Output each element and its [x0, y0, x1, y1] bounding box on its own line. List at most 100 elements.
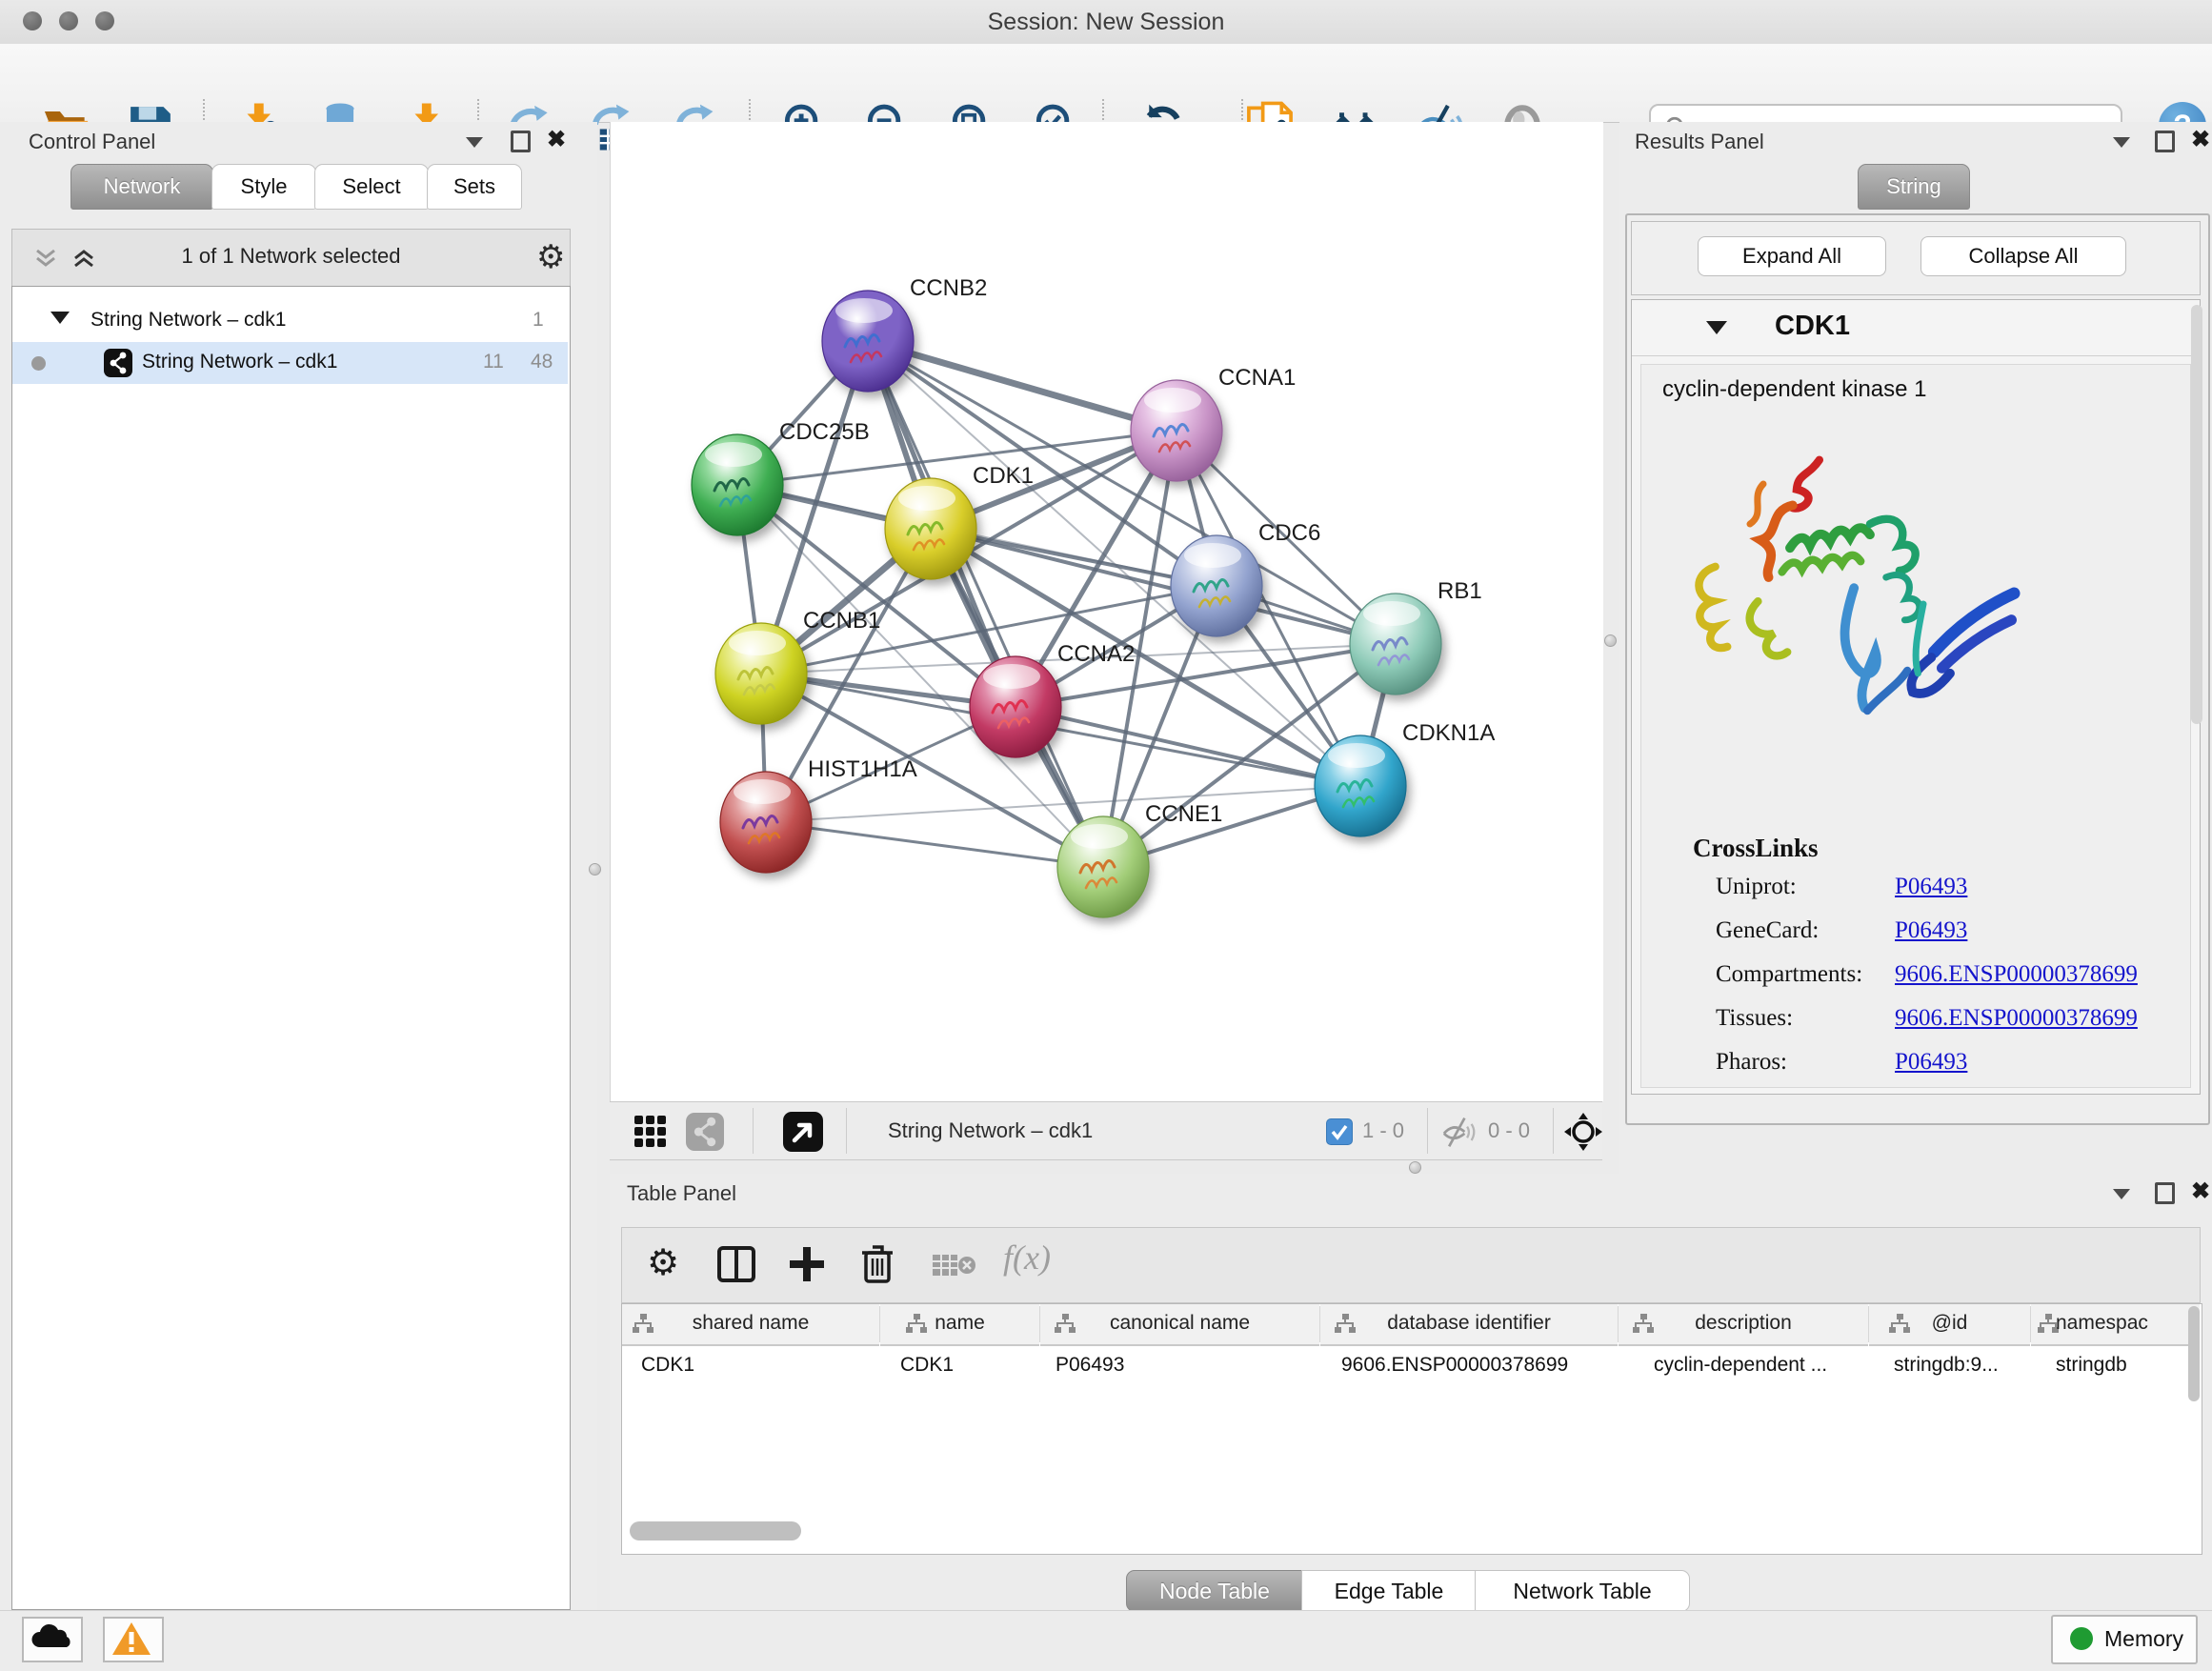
collection-count: 1: [533, 309, 544, 332]
crosslink-link[interactable]: P06493: [1895, 1049, 1967, 1076]
collection-expand-icon[interactable]: [50, 312, 70, 324]
bottom-splitter-handle[interactable]: [1409, 1161, 1421, 1174]
memory-button[interactable]: Memory: [2051, 1615, 2198, 1664]
gene-description: cyclin-dependent kinase 1: [1662, 376, 1927, 403]
network-collection-row[interactable]: String Network – cdk1 1: [12, 302, 568, 342]
network-node-CDC6[interactable]: [1171, 535, 1262, 636]
network-view-toolbar: String Network – cdk1 1 - 0 0 - 0: [610, 1101, 1602, 1160]
table-cell[interactable]: cyclin-dependent ...: [1654, 1346, 1827, 1384]
results-panel-close-icon[interactable]: ✖: [2191, 131, 2210, 150]
control-panel-float-icon[interactable]: [511, 131, 531, 152]
tab-select[interactable]: Select: [314, 164, 429, 210]
table-cell[interactable]: stringdb:9...: [1894, 1346, 1999, 1384]
results-scrollbar[interactable]: [2191, 305, 2202, 724]
node-label-CCNB2: CCNB2: [910, 275, 987, 301]
network-node-CCNA1[interactable]: [1131, 380, 1222, 481]
protein-structure-image: [1670, 432, 2070, 803]
add-column-icon[interactable]: [786, 1243, 828, 1285]
network-node-HIST1H1A[interactable]: [720, 772, 812, 873]
birdseye-crosshair-icon[interactable]: [1562, 1111, 1604, 1153]
tab-network[interactable]: Network: [70, 164, 213, 210]
network-node-CCNA2[interactable]: [970, 656, 1061, 757]
right-splitter-handle[interactable]: [1604, 634, 1617, 647]
network-tree: String Network – cdk1 1 String Network –…: [11, 286, 571, 1610]
tab-sets[interactable]: Sets: [427, 164, 522, 210]
network-view-title: String Network – cdk1: [888, 1102, 1093, 1159]
crosslink-link[interactable]: 9606.ENSP00000378699: [1895, 1005, 2138, 1032]
network-row-selected[interactable]: String Network – cdk1 11 48: [12, 342, 568, 384]
horizontal-scrollbar-thumb[interactable]: [630, 1521, 801, 1540]
node-label-CCNA2: CCNA2: [1057, 641, 1135, 667]
table-panel-float-icon[interactable]: [2155, 1182, 2175, 1204]
expand-all-button[interactable]: Expand All: [1698, 236, 1886, 276]
network-node-CCNB2[interactable]: [822, 291, 914, 392]
selected-nodes-checkbox[interactable]: [1326, 1118, 1353, 1145]
grid-view-icon[interactable]: [633, 1114, 669, 1150]
column-header[interactable]: namespac: [2031, 1304, 2200, 1346]
delete-table-icon: [931, 1251, 976, 1279]
table-settings-gear-icon[interactable]: ⚙: [647, 1241, 679, 1283]
toolbar-separator: [1553, 1108, 1554, 1154]
network-options-gear-icon[interactable]: ⚙: [536, 238, 565, 276]
warning-status-button[interactable]: [103, 1617, 164, 1662]
node-label-CDKN1A: CDKN1A: [1402, 720, 1495, 746]
column-header[interactable]: canonical name: [1040, 1304, 1319, 1346]
table-cell[interactable]: stringdb: [2056, 1346, 2127, 1384]
cloud-status-button[interactable]: [22, 1617, 83, 1662]
results-panel-minimize-icon[interactable]: [2113, 137, 2130, 148]
toolbar-separator: [1427, 1108, 1428, 1154]
gene-collapse-icon[interactable]: [1706, 321, 1727, 334]
table-cell[interactable]: P06493: [1056, 1346, 1124, 1384]
collection-label: String Network – cdk1: [90, 309, 286, 332]
table-panel-minimize-icon[interactable]: [2113, 1189, 2130, 1199]
network-graph[interactable]: CCNB2CCNA1CDC25BCDK1CDC6RB1CCNB1CCNA2CDK…: [610, 122, 1603, 1101]
collapse-all-button[interactable]: Collapse All: [1920, 236, 2126, 276]
gene-section-header[interactable]: CDK1: [1632, 300, 2198, 356]
network-node-CDK1[interactable]: [885, 478, 976, 579]
memory-status-dot: [2070, 1627, 2093, 1650]
vertical-scrollbar-thumb[interactable]: [2188, 1306, 2200, 1401]
string-tab-icon[interactable]: [686, 1113, 724, 1151]
network-node-CCNE1[interactable]: [1057, 816, 1149, 917]
column-header[interactable]: description: [1619, 1304, 1868, 1346]
network-node-CDC25B[interactable]: [692, 434, 783, 535]
node-label-RB1: RB1: [1438, 578, 1482, 604]
tab-style[interactable]: Style: [211, 164, 316, 210]
control-panel-minimize-icon[interactable]: [466, 137, 483, 148]
network-node-RB1[interactable]: [1350, 594, 1441, 695]
crosslink-label: Uniprot:: [1716, 874, 1797, 900]
network-node-CCNB1[interactable]: [715, 623, 807, 724]
table-cell[interactable]: CDK1: [641, 1346, 694, 1384]
tab-edge-table[interactable]: Edge Table: [1301, 1570, 1477, 1612]
node-label-HIST1H1A: HIST1H1A: [808, 756, 917, 782]
column-header[interactable]: name: [880, 1304, 1039, 1346]
delete-column-icon[interactable]: [856, 1241, 898, 1285]
tab-node-table[interactable]: Node Table: [1126, 1570, 1303, 1612]
tab-network-table[interactable]: Network Table: [1475, 1570, 1690, 1612]
node-label-CDC25B: CDC25B: [779, 419, 870, 445]
show-columns-icon[interactable]: [715, 1243, 757, 1285]
tab-string[interactable]: String: [1858, 164, 1970, 210]
results-panel-float-icon[interactable]: [2155, 131, 2175, 152]
table-cell[interactable]: CDK1: [900, 1346, 954, 1384]
function-builder-icon: f(x): [1003, 1238, 1051, 1278]
table-cell[interactable]: 9606.ENSP00000378699: [1341, 1346, 1568, 1384]
crosslink-label: Pharos:: [1716, 1049, 1787, 1076]
open-in-window-icon[interactable]: [783, 1112, 823, 1152]
column-header[interactable]: @id: [1869, 1304, 2030, 1346]
network-edge-count: 48: [531, 351, 553, 373]
column-header[interactable]: shared name: [622, 1304, 879, 1346]
crosslink-label: Tissues:: [1716, 1005, 1793, 1032]
crosslink-link[interactable]: P06493: [1895, 917, 1967, 944]
crosslink-link[interactable]: 9606.ENSP00000378699: [1895, 961, 2138, 988]
cloud-icon: [24, 1619, 77, 1657]
node-label-CCNA1: CCNA1: [1218, 365, 1296, 391]
application-window: Session: New Session: [0, 0, 2212, 1671]
control-panel-close-icon[interactable]: ✖: [547, 131, 566, 150]
table-panel-close-icon[interactable]: ✖: [2191, 1182, 2210, 1201]
network-node-CDKN1A[interactable]: [1315, 735, 1406, 836]
crosslink-link[interactable]: P06493: [1895, 874, 1967, 900]
left-splitter-handle[interactable]: [589, 863, 601, 876]
results-panel-title: Results Panel: [1635, 130, 1764, 154]
column-header[interactable]: database identifier: [1320, 1304, 1618, 1346]
